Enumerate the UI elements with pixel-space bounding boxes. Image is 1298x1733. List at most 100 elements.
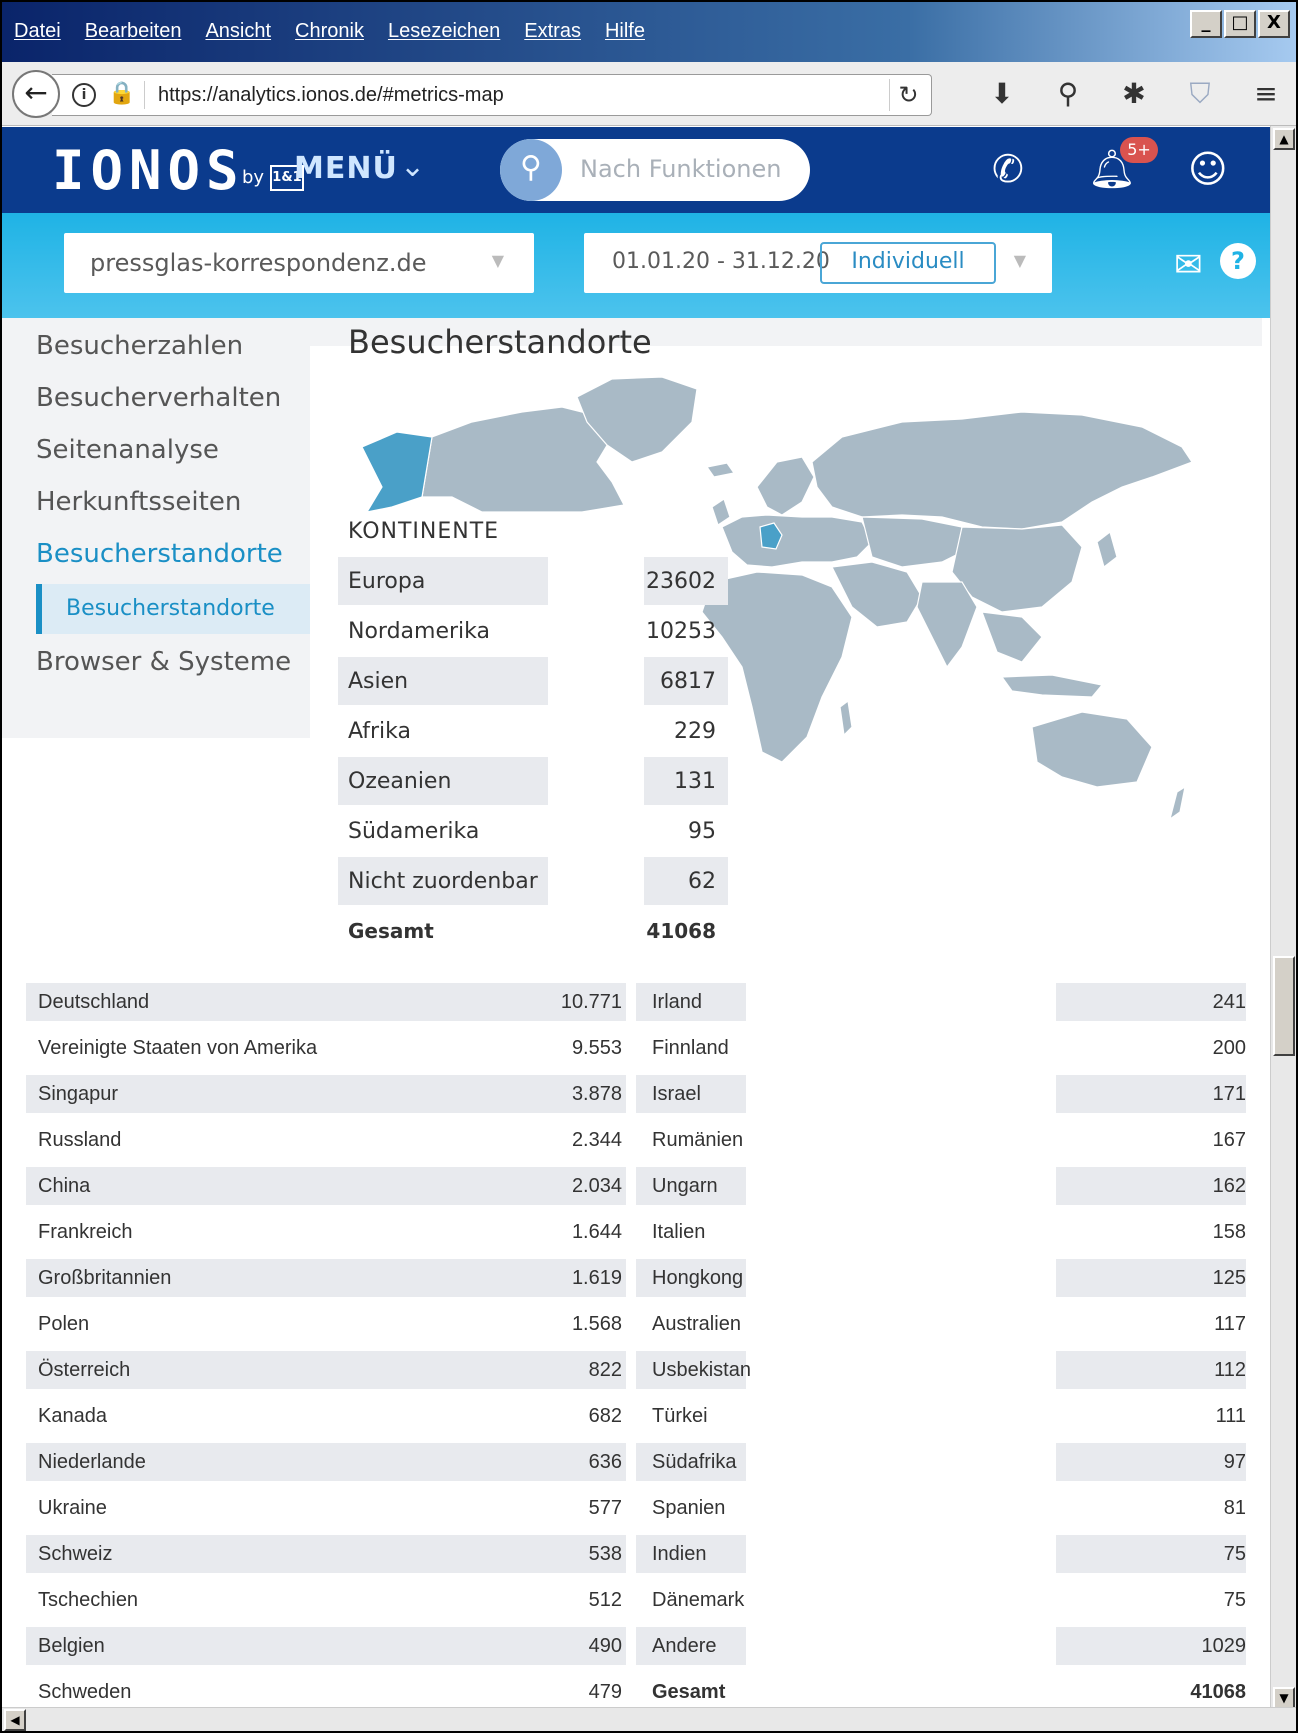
- continent-total-label: Gesamt: [348, 919, 434, 943]
- map-region-southeast-asia[interactable]: [981, 611, 1043, 663]
- map-region-indonesia[interactable]: [1000, 674, 1104, 698]
- map-region-uk[interactable]: [711, 498, 731, 526]
- scroll-left-button[interactable]: ◀: [4, 1709, 26, 1731]
- url-text[interactable]: https://analytics.ionos.de/#metrics-map: [158, 84, 504, 107]
- sidebar-item-besucherverhalten[interactable]: Besucherverhalten: [2, 374, 310, 426]
- menu-button[interactable]: MENÜ: [294, 151, 398, 186]
- continent-row: Afrika 229: [338, 707, 728, 757]
- sidebar-item-besucherzahlen[interactable]: Besucherzahlen: [2, 322, 310, 374]
- country-value: 158: [1212, 1221, 1246, 1243]
- scroll-down-button[interactable]: ▼: [1273, 1687, 1295, 1709]
- info-icon[interactable]: i: [72, 83, 96, 107]
- map-region-india[interactable]: [916, 581, 978, 669]
- logo-by-text: by: [242, 167, 265, 188]
- country-value: 512: [588, 1589, 622, 1611]
- menu-item-datei[interactable]: Datei: [14, 20, 61, 43]
- menu-item-chronik[interactable]: Chronik: [295, 20, 364, 43]
- gear-icon[interactable]: ✱: [1114, 74, 1154, 114]
- country-value: 241: [1212, 991, 1246, 1013]
- menu-item-lesezeichen[interactable]: Lesezeichen: [388, 20, 500, 43]
- map-region-europe[interactable]: [721, 514, 873, 568]
- menu-item-bearbeiten[interactable]: Bearbeiten: [85, 20, 182, 43]
- continent-name: Nordamerika: [348, 619, 490, 644]
- sidebar-item-besucherstandorte[interactable]: Besucherstandorte: [2, 530, 310, 582]
- map-region-russia[interactable]: [811, 411, 1193, 530]
- scroll-up-button[interactable]: ▲: [1273, 128, 1295, 150]
- country-value: 117: [1214, 1313, 1246, 1335]
- date-range-select[interactable]: 01.01.20 - 31.12.20 Individuell ▼: [584, 233, 1052, 293]
- function-search[interactable]: ⚲ Nach Funktionen: [500, 139, 810, 201]
- map-region-new-zealand[interactable]: [1169, 785, 1186, 821]
- url-bar[interactable]: i 🔒 https://analytics.ionos.de/#metrics-…: [52, 74, 932, 116]
- country-value: 200: [1212, 1037, 1246, 1059]
- country-value: 1.619: [571, 1267, 622, 1289]
- sidebar-item-herkunftsseiten[interactable]: Herkunftsseiten: [2, 478, 310, 530]
- lock-icon[interactable]: 🔒: [108, 81, 135, 106]
- mail-icon[interactable]: ✉: [1174, 245, 1203, 285]
- country-value: 490: [588, 1635, 622, 1657]
- shield-icon[interactable]: ⛉: [1180, 74, 1220, 114]
- continent-value: 95: [688, 819, 716, 844]
- menu-bar: Datei Bearbeiten Ansicht Chronik Lesezeichen…: [2, 2, 1296, 62]
- reload-icon[interactable]: ↻: [889, 79, 921, 111]
- continent-name: Afrika: [348, 719, 412, 744]
- close-button[interactable]: X: [1258, 10, 1290, 38]
- menu-item-hilfe[interactable]: Hilfe: [605, 20, 645, 43]
- country-name: Andere: [652, 1635, 717, 1657]
- horizontal-scrollbar[interactable]: ◀: [2, 1707, 1296, 1731]
- country-name: Finnland: [652, 1037, 729, 1059]
- continent-value: 131: [674, 769, 716, 794]
- sidebar: Besucherzahlen Besucherverhalten Seitena…: [2, 322, 310, 690]
- chevron-down-icon[interactable]: ⌄: [400, 149, 425, 184]
- map-region-iceland[interactable]: [705, 462, 736, 478]
- period-button[interactable]: Individuell: [820, 242, 996, 284]
- country-value: 10.771: [560, 991, 622, 1013]
- continent-value: 229: [674, 719, 716, 744]
- continent-row: Nordamerika 10253: [338, 607, 728, 657]
- search-icon[interactable]: ⚲: [1048, 74, 1088, 114]
- country-name: Niederlande: [38, 1451, 146, 1473]
- continent-value: 62: [688, 869, 716, 894]
- hamburger-icon[interactable]: ≡: [1246, 74, 1286, 114]
- sidebar-item-seitenanalyse[interactable]: Seitenanalyse: [2, 426, 310, 478]
- menu-item-extras[interactable]: Extras: [524, 20, 581, 43]
- search-icon[interactable]: ⚲: [500, 139, 562, 201]
- country-row: Österreich 822 Usbekistan 112: [26, 1347, 1256, 1393]
- country-row: Niederlande 636 Südafrika 97: [26, 1439, 1256, 1485]
- country-name: Belgien: [38, 1635, 105, 1657]
- vertical-scrollbar[interactable]: ▲ ▼: [1270, 126, 1296, 1711]
- country-row: Belgien 490 Andere 1029: [26, 1623, 1256, 1669]
- country-name: Großbritannien: [38, 1267, 172, 1289]
- notification-badge: 5+: [1120, 137, 1158, 163]
- map-region-scandinavia[interactable]: [756, 456, 815, 516]
- map-region-australia[interactable]: [1031, 711, 1153, 788]
- ionos-logo[interactable]: IONOS: [52, 139, 245, 202]
- back-button[interactable]: ←: [12, 70, 60, 118]
- country-value: 81: [1223, 1497, 1246, 1519]
- search-placeholder[interactable]: Nach Funktionen: [580, 155, 781, 183]
- country-value: 171: [1212, 1083, 1246, 1105]
- country-value: 682: [588, 1405, 622, 1427]
- menu-item-ansicht[interactable]: Ansicht: [205, 20, 271, 43]
- user-icon[interactable]: ☺: [1188, 147, 1228, 191]
- phone-icon[interactable]: ✆: [992, 147, 1024, 191]
- minimize-button[interactable]: _: [1190, 10, 1222, 38]
- continents-heading: KONTINENTE: [348, 519, 500, 544]
- country-value: 3.878: [571, 1083, 622, 1105]
- vertical-scroll-thumb[interactable]: [1273, 956, 1295, 1056]
- help-icon[interactable]: ?: [1220, 243, 1256, 279]
- caret-down-icon[interactable]: ▼: [1014, 251, 1026, 270]
- country-name: Dänemark: [652, 1589, 745, 1611]
- continent-row: Ozeanien 131: [338, 757, 728, 807]
- sidebar-item-browser-systeme[interactable]: Browser & Systeme: [2, 638, 310, 690]
- domain-select[interactable]: pressglas-korrespondenz.de ▼: [64, 233, 534, 293]
- map-region-japan[interactable]: [1096, 530, 1118, 569]
- navigation-bar: i 🔒 https://analytics.ionos.de/#metrics-…: [2, 62, 1296, 126]
- country-row: Vereinigte Staaten von Amerika 9.553 Finnl…: [26, 1025, 1256, 1071]
- download-icon[interactable]: ⬇: [982, 74, 1022, 114]
- sidebar-subitem-besucherstandorte[interactable]: Besucherstandorte: [36, 584, 310, 634]
- maximize-button[interactable]: □: [1224, 10, 1256, 38]
- map-region-madagascar[interactable]: [839, 699, 853, 737]
- caret-down-icon[interactable]: ▼: [492, 251, 504, 270]
- map-region-alaska[interactable]: [362, 431, 433, 513]
